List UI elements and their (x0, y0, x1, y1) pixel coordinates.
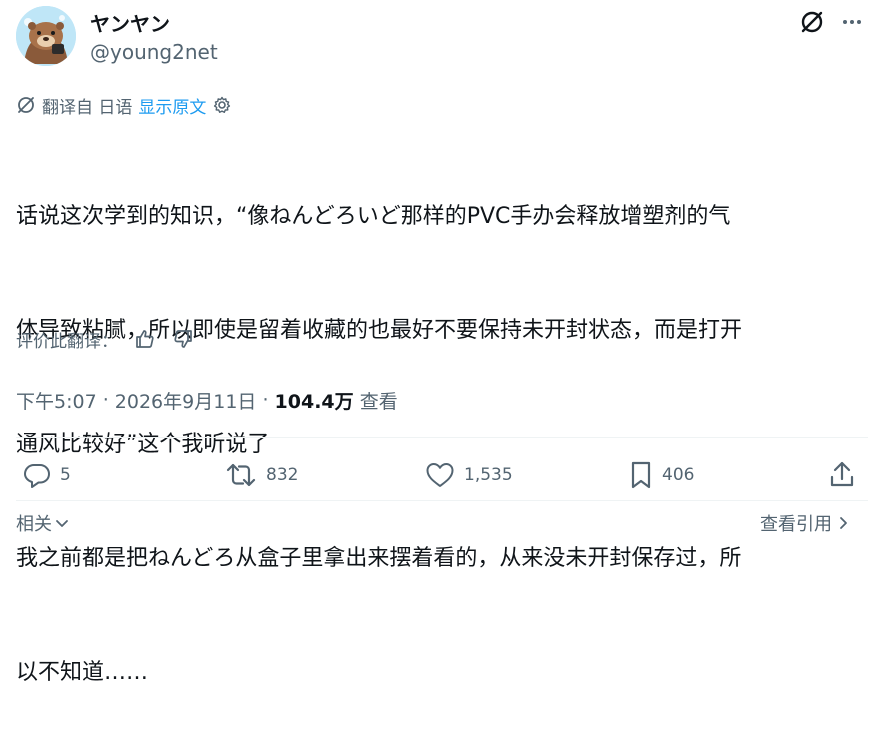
tweet-text-line: 我之前都是把ねんどろ从盒子里拿出来摆着看的，从来没未开封保存过，所 (16, 546, 742, 571)
share-button[interactable] (828, 455, 856, 495)
translation-row: 翻译自 日语 显示原文 (16, 93, 232, 118)
author-handle[interactable]: @young2net (90, 40, 218, 64)
heart-icon (426, 463, 454, 487)
related-toggle[interactable]: 相关 (16, 510, 70, 536)
views-count: 104.4万 (274, 390, 354, 413)
tweet-text-line: 以不知道…… (16, 660, 149, 685)
tweet-text: 话说这次学到的知识，“像ねんどろいど那样的PVC手办会释放增塑剂的气 体导致粘腻… (16, 122, 868, 730)
show-original-link[interactable]: 显示原文 (138, 93, 206, 118)
rate-translation-row: 评价此翻译： (16, 325, 196, 353)
reply-button[interactable]: 5 (22, 455, 71, 495)
thumbs-down-icon[interactable] (170, 326, 196, 352)
grok-icon[interactable] (798, 8, 826, 36)
divider (16, 437, 868, 438)
divider (16, 500, 868, 501)
bookmark-button[interactable]: 406 (628, 455, 694, 495)
translated-from-label: 翻译自 日语 (42, 97, 133, 118)
tweet-text-line: 话说这次学到的知识，“像ねんどろいど那样的PVC手办会释放增塑剂的气 (16, 204, 731, 229)
repost-button[interactable]: 832 (224, 455, 298, 495)
avatar[interactable] (16, 6, 76, 66)
repost-icon (226, 463, 256, 487)
share-icon (830, 461, 854, 487)
like-count: 1,535 (464, 465, 513, 485)
like-button[interactable]: 1,535 (424, 455, 513, 495)
grok-translate-icon (18, 97, 34, 113)
author-display-name[interactable]: ヤンヤン (90, 8, 170, 37)
meta-separator: · (256, 389, 275, 411)
tweet-time[interactable]: 下午5:07 (16, 387, 97, 414)
more-icon[interactable] (838, 8, 866, 36)
meta-separator: · (96, 389, 115, 411)
chevron-right-icon (840, 517, 847, 529)
tweet-date[interactable]: 2026年9月11日 (115, 387, 257, 414)
bookmark-count: 406 (662, 465, 695, 485)
reply-icon (24, 464, 50, 488)
bookmark-icon (631, 461, 651, 489)
gear-icon[interactable] (212, 95, 232, 115)
tweet-meta: 下午5:07 · 2026年9月11日 · 104.4万 查看 (16, 386, 398, 414)
repost-count: 832 (266, 465, 299, 485)
reply-count: 5 (60, 465, 71, 485)
action-bar: 5 832 1,535 406 (16, 455, 868, 495)
chevron-down-icon (56, 520, 68, 527)
thumbs-up-icon[interactable] (132, 326, 158, 352)
rate-translation-label: 评价此翻译： (16, 331, 118, 352)
views-label: 查看 (353, 390, 398, 413)
avatar-image (16, 6, 76, 66)
view-quotes-label: 查看引用 (760, 514, 832, 535)
view-quotes-link[interactable]: 查看引用 (760, 510, 850, 536)
related-label: 相关 (16, 514, 52, 535)
